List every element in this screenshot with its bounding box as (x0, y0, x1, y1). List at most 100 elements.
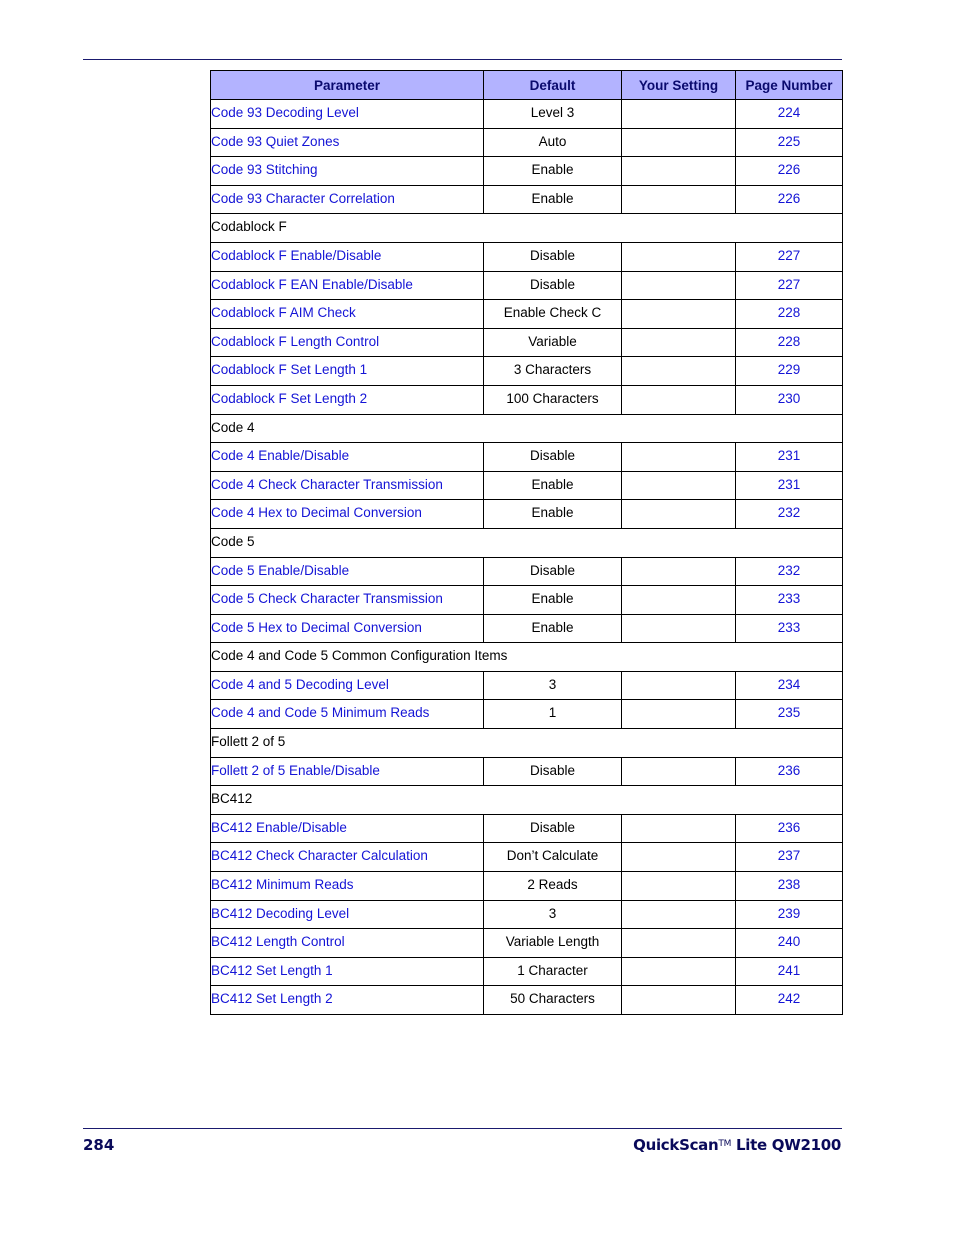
table-row: Code 5 Hex to Decimal Conversion Enable 23… (210, 613, 843, 644)
parameter-link[interactable]: Code 4 Check Character Transmission (210, 470, 484, 501)
footer-rule (83, 1128, 842, 1129)
table-row: Codablock F EAN Enable/Disable Disable 227 (210, 270, 843, 301)
parameter-link[interactable]: Code 4 and 5 Decoding Level (210, 670, 484, 701)
page-number-link[interactable]: 228 (735, 299, 843, 329)
section-title: Codablock F (210, 213, 843, 243)
parameter-link[interactable]: BC412 Minimum Reads (210, 871, 484, 901)
your-setting-cell[interactable] (621, 813, 736, 844)
page-number-link[interactable]: 226 (735, 184, 843, 215)
page-number-link[interactable]: 239 (735, 899, 843, 930)
parameter-link[interactable]: Codablock F Set Length 2 (210, 384, 484, 415)
page-number-link[interactable]: 229 (735, 356, 843, 386)
parameter-link[interactable]: BC412 Decoding Level (210, 899, 484, 930)
your-setting-cell[interactable] (621, 327, 736, 358)
your-setting-cell[interactable] (621, 699, 736, 730)
page-number-link[interactable]: 225 (735, 127, 843, 158)
your-setting-cell[interactable] (621, 127, 736, 158)
your-setting-cell[interactable] (621, 184, 736, 215)
parameter-link[interactable]: Codablock F Length Control (210, 327, 484, 358)
your-setting-cell[interactable] (621, 613, 736, 644)
your-setting-cell[interactable] (621, 842, 736, 873)
parameter-link[interactable]: Codablock F Set Length 1 (210, 356, 484, 386)
table-row: BC412 Set Length 11 Character 241 (210, 956, 843, 987)
page-number-link[interactable]: 240 (735, 928, 843, 958)
table-row: Codablock F Enable/Disable Disable 227 (210, 241, 843, 272)
parameter-link[interactable]: Code 4 Enable/Disable (210, 442, 484, 472)
your-setting-cell[interactable] (621, 384, 736, 415)
parameter-link[interactable]: Codablock F Enable/Disable (210, 241, 484, 272)
parameter-link[interactable]: Code 93 Stitching (210, 156, 484, 186)
table-header-row: Parameter Default Your Setting Page Numb… (210, 70, 843, 100)
parameter-link[interactable]: Code 93 Character Correlation (210, 184, 484, 215)
your-setting-cell[interactable] (621, 442, 736, 472)
page-number-link[interactable]: 238 (735, 871, 843, 901)
your-setting-cell[interactable] (621, 585, 736, 615)
parameter-link[interactable]: BC412 Check Character Calculation (210, 842, 484, 873)
parameter-link[interactable]: BC412 Enable/Disable (210, 813, 484, 844)
default-value: Disable (483, 556, 622, 587)
your-setting-cell[interactable] (621, 670, 736, 701)
your-setting-cell[interactable] (621, 956, 736, 987)
default-value: Disable (483, 756, 622, 787)
page-number-link[interactable]: 236 (735, 813, 843, 844)
table-row: Code 93 Decoding Level Level 3 224 (210, 99, 843, 129)
your-setting-cell[interactable] (621, 871, 736, 901)
header-rule (83, 59, 842, 60)
table-row: BC412 Check Character Calculation Don’t C… (210, 842, 843, 873)
table-row: Codablock F Length Control Variable 228 (210, 327, 843, 358)
your-setting-cell[interactable] (621, 356, 736, 386)
parameter-link[interactable]: Follett 2 of 5 Enable/Disable (210, 756, 484, 787)
default-value: Variable Length (483, 928, 622, 958)
parameter-link[interactable]: Code 93 Decoding Level (210, 99, 484, 129)
table-row: Codablock F Set Length 13 Characters 229 (210, 356, 843, 386)
page-number-link[interactable]: 227 (735, 270, 843, 301)
page-number-link[interactable]: 233 (735, 613, 843, 644)
your-setting-cell[interactable] (621, 756, 736, 787)
your-setting-cell[interactable] (621, 99, 736, 129)
page-number-link[interactable]: 228 (735, 327, 843, 358)
your-setting-cell[interactable] (621, 299, 736, 329)
page-number-link[interactable]: 233 (735, 585, 843, 615)
page-number-link[interactable]: 232 (735, 556, 843, 587)
page-number-link[interactable]: 237 (735, 842, 843, 873)
your-setting-cell[interactable] (621, 556, 736, 587)
page-number-link[interactable]: 230 (735, 384, 843, 415)
table-row: Code 4 and 5 Decoding Level 3 234 (210, 670, 843, 701)
section-row: Code 5 (210, 527, 843, 558)
default-value: Disable (483, 270, 622, 301)
parameter-link[interactable]: Code 4 Hex to Decimal Conversion (210, 499, 484, 529)
page-number-link[interactable]: 232 (735, 499, 843, 529)
page-number-link[interactable]: 242 (735, 985, 843, 1015)
your-setting-cell[interactable] (621, 270, 736, 301)
your-setting-cell[interactable] (621, 156, 736, 186)
page-number-link[interactable]: 241 (735, 956, 843, 987)
page-number-link[interactable]: 224 (735, 99, 843, 129)
parameter-link[interactable]: Codablock F EAN Enable/Disable (210, 270, 484, 301)
default-value: 50 Characters (483, 985, 622, 1015)
page-number-link[interactable]: 231 (735, 442, 843, 472)
parameter-link[interactable]: BC412 Length Control (210, 928, 484, 958)
your-setting-cell[interactable] (621, 985, 736, 1015)
product-name: QuickScan (633, 1136, 719, 1154)
page-number-link[interactable]: 236 (735, 756, 843, 787)
table-row: Code 5 Enable/Disable Disable 232 (210, 556, 843, 587)
page-number-link[interactable]: 227 (735, 241, 843, 272)
default-value: Don’t Calculate (483, 842, 622, 873)
parameter-link[interactable]: Code 4 and Code 5 Minimum Reads (210, 699, 484, 730)
parameter-link[interactable]: BC412 Set Length 2 (210, 985, 484, 1015)
parameter-link[interactable]: Code 5 Hex to Decimal Conversion (210, 613, 484, 644)
parameter-link[interactable]: Code 5 Check Character Transmission (210, 585, 484, 615)
parameter-link[interactable]: Codablock F AIM Check (210, 299, 484, 329)
your-setting-cell[interactable] (621, 899, 736, 930)
your-setting-cell[interactable] (621, 241, 736, 272)
page-number-link[interactable]: 234 (735, 670, 843, 701)
parameter-link[interactable]: BC412 Set Length 1 (210, 956, 484, 987)
your-setting-cell[interactable] (621, 499, 736, 529)
page-number-link[interactable]: 226 (735, 156, 843, 186)
parameter-link[interactable]: Code 5 Enable/Disable (210, 556, 484, 587)
your-setting-cell[interactable] (621, 928, 736, 958)
page-number-link[interactable]: 235 (735, 699, 843, 730)
page-number-link[interactable]: 231 (735, 470, 843, 501)
your-setting-cell[interactable] (621, 470, 736, 501)
parameter-link[interactable]: Code 93 Quiet Zones (210, 127, 484, 158)
